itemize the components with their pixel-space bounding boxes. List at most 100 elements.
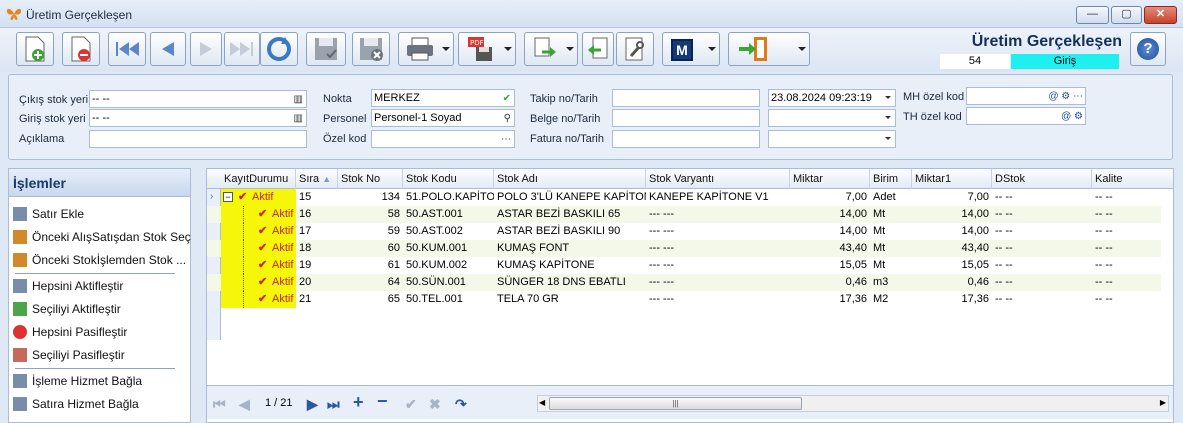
action-satir-ekle[interactable]: Satır Ekle — [13, 207, 84, 221]
miktar1-cell[interactable]: 14,00 — [912, 206, 992, 223]
cancel-save-button[interactable] — [352, 32, 390, 66]
stok-no-cell[interactable]: 61 — [338, 257, 403, 274]
table-row[interactable]: ✔ Aktif 21 65 50.TEL.001 TELA 70 GR --- --- 17,… — [207, 291, 1161, 308]
kalite-cell[interactable]: -- -- — [1092, 189, 1173, 206]
miktar1-cell[interactable]: 7,00 — [912, 189, 992, 206]
scroll-right-icon[interactable]: ▶ — [1160, 398, 1166, 407]
status-cell[interactable]: ✔ Aktif — [221, 274, 296, 291]
status-cell[interactable]: ✔ Aktif — [221, 257, 296, 274]
close-button[interactable]: ✕ — [1144, 6, 1177, 24]
table-row[interactable]: ✔ Aktif 16 58 50.AST.001 ASTAR BEZİ BASKILI 6… — [207, 206, 1161, 223]
fatura-no-field[interactable] — [612, 130, 760, 148]
action-hepsini-pasiflestir[interactable]: Hepsini Pasifleştir — [13, 325, 127, 339]
stok-no-cell[interactable]: 64 — [338, 274, 403, 291]
column-header[interactable]: Sıra ▲ — [296, 169, 338, 189]
nokta-field[interactable]: MERKEZ ✔ — [371, 89, 515, 107]
column-header[interactable]: DStok — [992, 169, 1092, 189]
status-cell[interactable]: ✔ Aktif — [221, 223, 296, 240]
miktar1-cell[interactable]: 43,40 — [912, 240, 992, 257]
miktar1-cell[interactable]: 0,46 — [912, 274, 992, 291]
column-header[interactable]: Miktar1 — [912, 169, 992, 189]
dstok-cell[interactable]: -- -- — [992, 206, 1092, 223]
table-row[interactable]: ✔ Aktif 17 59 50.AST.002 ASTAR BEZİ BASKILI 9… — [207, 223, 1161, 240]
first-page-icon[interactable]: ⏮ — [213, 396, 226, 413]
ozel-kod-field[interactable]: ⋯ — [371, 130, 515, 148]
table-row[interactable]: ✔ Aktif 18 60 50.KUM.001 KUMAŞ FONT --- --- 43,… — [207, 240, 1161, 257]
previous-record-button[interactable] — [150, 32, 186, 66]
miktar1-cell[interactable]: 15,05 — [912, 257, 992, 274]
fatura-date-field[interactable] — [768, 130, 896, 148]
stok-adi-cell[interactable]: TELA 70 GR — [494, 291, 646, 308]
dstok-cell[interactable]: -- -- — [992, 257, 1092, 274]
table-row[interactable]: ✔ Aktif 19 61 50.KUM.002 KUMAŞ KAPİTONE --- --… — [207, 257, 1161, 274]
belge-no-field[interactable] — [612, 109, 760, 127]
stok-adi-cell[interactable]: POLO 3'LÜ KANEPE KAPİTONE — [494, 189, 646, 206]
last-record-button[interactable] — [224, 32, 260, 66]
kalite-cell[interactable]: -- -- — [1092, 274, 1173, 291]
miktar1-cell[interactable]: 17,36 — [912, 291, 992, 308]
horizontal-scrollbar[interactable]: ◀ ||| ▶ — [537, 395, 1169, 412]
miktar-cell[interactable]: 7,00 — [790, 189, 870, 206]
column-header[interactable]: Stok No — [338, 169, 403, 189]
column-header[interactable]: Stok Varyantı — [646, 169, 790, 189]
belge-date-field[interactable] — [768, 109, 896, 127]
refresh-grid-icon[interactable]: ↷ — [455, 396, 467, 413]
import-button[interactable] — [582, 32, 614, 66]
action-seciliyi-pasiflestir[interactable]: Seçiliyi Pasifleştir — [13, 348, 125, 362]
miktar-cell[interactable]: 15,05 — [790, 257, 870, 274]
next-record-button[interactable] — [190, 32, 222, 66]
stok-kodu-cell[interactable]: 51.POLO.KAPİTONE — [403, 189, 494, 206]
dstok-cell[interactable]: -- -- — [992, 274, 1092, 291]
m-menu-button[interactable]: M — [662, 32, 720, 66]
help-button[interactable]: ? — [1130, 32, 1166, 66]
stok-no-cell[interactable]: 59 — [338, 223, 403, 240]
stok-kodu-cell[interactable]: 50.AST.001 — [403, 206, 494, 223]
sira-cell[interactable]: 21 — [296, 291, 338, 308]
stok-kodu-cell[interactable]: 50.SÜN.001 — [403, 274, 494, 291]
sira-cell[interactable]: 16 — [296, 206, 338, 223]
stok-adi-cell[interactable]: KUMAŞ FONT — [494, 240, 646, 257]
collapse-toggle-icon[interactable]: − — [223, 192, 233, 202]
transfer-button[interactable] — [524, 32, 578, 66]
dstok-cell[interactable]: -- -- — [992, 189, 1092, 206]
prev-page-icon[interactable]: ◀ — [239, 396, 250, 413]
delete-record-button[interactable] — [62, 32, 100, 66]
stok-kodu-cell[interactable]: 50.KUM.002 — [403, 257, 494, 274]
varyant-cell[interactable]: --- --- — [646, 223, 790, 240]
birim-cell[interactable]: m3 — [870, 274, 912, 291]
action-isleme-hizmet-bagla[interactable]: İşleme Hizmet Bağla — [13, 374, 142, 388]
kalite-cell[interactable]: -- -- — [1092, 206, 1173, 223]
table-row[interactable]: −✔ Aktif 1513451.POLO.KAPİTONEPOLO 3'LÜ KA… — [207, 189, 1161, 206]
column-header[interactable]: Kalite — [1092, 169, 1173, 189]
exit-button[interactable] — [728, 32, 810, 66]
sira-cell[interactable]: 20 — [296, 274, 338, 291]
miktar-cell[interactable]: 17,36 — [790, 291, 870, 308]
miktar1-cell[interactable]: 14,00 — [912, 223, 992, 240]
save-button[interactable] — [306, 32, 346, 66]
column-header[interactable]: Birim — [870, 169, 912, 189]
print-button[interactable] — [398, 32, 454, 66]
aciklama-field[interactable] — [89, 130, 307, 148]
stok-no-cell[interactable]: 58 — [338, 206, 403, 223]
stok-adi-cell[interactable]: ASTAR BEZİ BASKILI 90 — [494, 223, 646, 240]
birim-cell[interactable]: Mt — [870, 240, 912, 257]
export-pdf-button[interactable]: PDF — [458, 32, 516, 66]
column-header[interactable]: Miktar — [790, 169, 870, 189]
sira-cell[interactable]: 19 — [296, 257, 338, 274]
personel-field[interactable]: Personel-1 Soyad ⚲ — [371, 109, 515, 127]
miktar-cell[interactable]: 14,00 — [790, 223, 870, 240]
stok-adi-cell[interactable]: KUMAŞ KAPİTONE — [494, 257, 646, 274]
varyant-cell[interactable]: --- --- — [646, 274, 790, 291]
kalite-cell[interactable]: -- -- — [1092, 223, 1173, 240]
stok-no-cell[interactable]: 60 — [338, 240, 403, 257]
varyant-cell[interactable]: --- --- — [646, 206, 790, 223]
varyant-cell[interactable]: --- --- — [646, 257, 790, 274]
kalite-cell[interactable]: -- -- — [1092, 257, 1173, 274]
varyant-cell[interactable]: KANEPE KAPİTONE V1 — [646, 189, 790, 206]
status-cell[interactable]: ✔ Aktif — [221, 240, 296, 257]
birim-cell[interactable]: Mt — [870, 206, 912, 223]
first-record-button[interactable] — [108, 32, 146, 66]
action-onceki-stokislem[interactable]: Önceki Stokİşlemden Stok ... — [13, 253, 186, 267]
action-satira-hizmet-bagla[interactable]: Satıra Hizmet Bağla — [13, 397, 139, 411]
refresh-button[interactable] — [260, 32, 298, 66]
